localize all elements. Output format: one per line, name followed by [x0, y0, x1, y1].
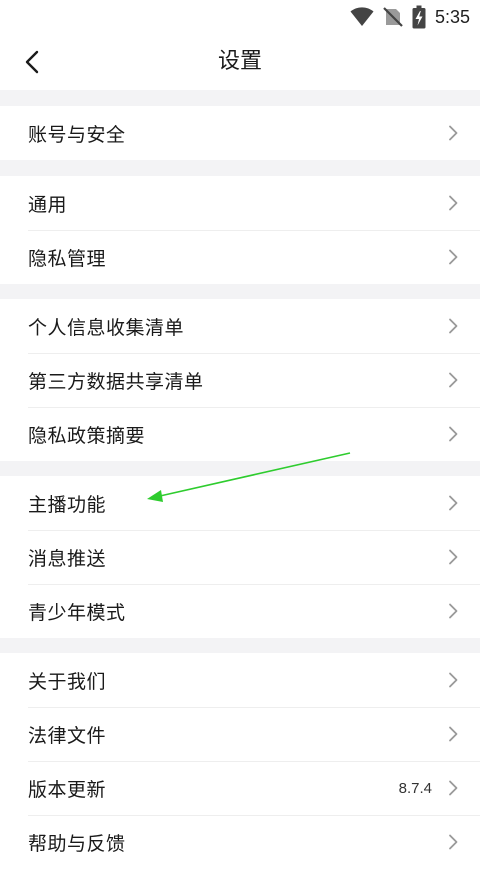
- chevron-right-icon: [449, 318, 458, 334]
- back-button[interactable]: [12, 42, 52, 82]
- settings-item-general[interactable]: 通用: [0, 176, 480, 230]
- chevron-right-icon: [449, 834, 458, 850]
- settings-item-privacy-policy-summary[interactable]: 隐私政策摘要: [0, 407, 480, 461]
- settings-item-legal-documents[interactable]: 法律文件: [0, 707, 480, 761]
- settings-item-teen-mode[interactable]: 青少年模式: [0, 584, 480, 638]
- settings-group-account: 账号与安全: [0, 106, 480, 160]
- chevron-right-icon: [449, 495, 458, 511]
- settings-item-label: 主播功能: [28, 493, 107, 516]
- settings-item-label: 法律文件: [28, 724, 107, 747]
- chevron-right-icon: [449, 125, 458, 141]
- chevron-right-icon: [449, 426, 458, 442]
- settings-item-privacy-management[interactable]: 隐私管理: [0, 230, 480, 284]
- chevron-right-icon: [449, 672, 458, 688]
- settings-item-label: 关于我们: [28, 670, 107, 693]
- settings-group-privacy-info: 个人信息收集清单 第三方数据共享清单 隐私政策摘要: [0, 299, 480, 461]
- status-bar: 5:35: [0, 0, 480, 34]
- settings-item-label: 第三方数据共享清单: [28, 370, 204, 393]
- chevron-right-icon: [449, 603, 458, 619]
- settings-item-label: 隐私政策摘要: [28, 424, 146, 447]
- chevron-left-icon: [25, 50, 39, 74]
- settings-item-personal-info-list[interactable]: 个人信息收集清单: [0, 299, 480, 353]
- no-sim-icon: [383, 7, 403, 27]
- chevron-right-icon: [449, 549, 458, 565]
- settings-item-label: 青少年模式: [28, 601, 126, 624]
- settings-item-version-update[interactable]: 版本更新 8.7.4: [0, 761, 480, 815]
- settings-item-message-push[interactable]: 消息推送: [0, 530, 480, 584]
- settings-item-label: 版本更新: [28, 778, 107, 801]
- wifi-icon: [350, 7, 374, 26]
- settings-item-label: 帮助与反馈: [28, 832, 126, 855]
- page-title: 设置: [217, 49, 262, 74]
- settings-item-help-feedback[interactable]: 帮助与反馈: [0, 815, 480, 869]
- settings-item-about-us[interactable]: 关于我们: [0, 653, 480, 707]
- settings-item-label: 隐私管理: [28, 247, 107, 270]
- settings-item-label: 通用: [28, 193, 68, 216]
- version-number: 8.7.4: [398, 779, 432, 797]
- chevron-right-icon: [449, 195, 458, 211]
- nav-bar: 设置: [0, 34, 480, 90]
- settings-item-third-party-sharing-list[interactable]: 第三方数据共享清单: [0, 353, 480, 407]
- settings-item-label: 账号与安全: [28, 123, 126, 146]
- status-icons: 5:35: [350, 5, 470, 29]
- settings-item-label: 消息推送: [28, 547, 107, 570]
- settings-item-account-security[interactable]: 账号与安全: [0, 106, 480, 160]
- battery-charging-icon: [412, 5, 426, 29]
- settings-item-label: 个人信息收集清单: [28, 316, 185, 339]
- chevron-right-icon: [449, 372, 458, 388]
- settings-group-general: 通用 隐私管理: [0, 176, 480, 284]
- settings-group-features: 主播功能 消息推送 青少年模式: [0, 476, 480, 638]
- settings-group-about: 关于我们 法律文件 版本更新 8.7.4 帮助与反馈: [0, 653, 480, 869]
- chevron-right-icon: [449, 726, 458, 742]
- chevron-right-icon: [449, 780, 458, 796]
- settings-item-streamer-functions[interactable]: 主播功能: [0, 476, 480, 530]
- chevron-right-icon: [449, 249, 458, 265]
- status-time: 5:35: [434, 6, 470, 27]
